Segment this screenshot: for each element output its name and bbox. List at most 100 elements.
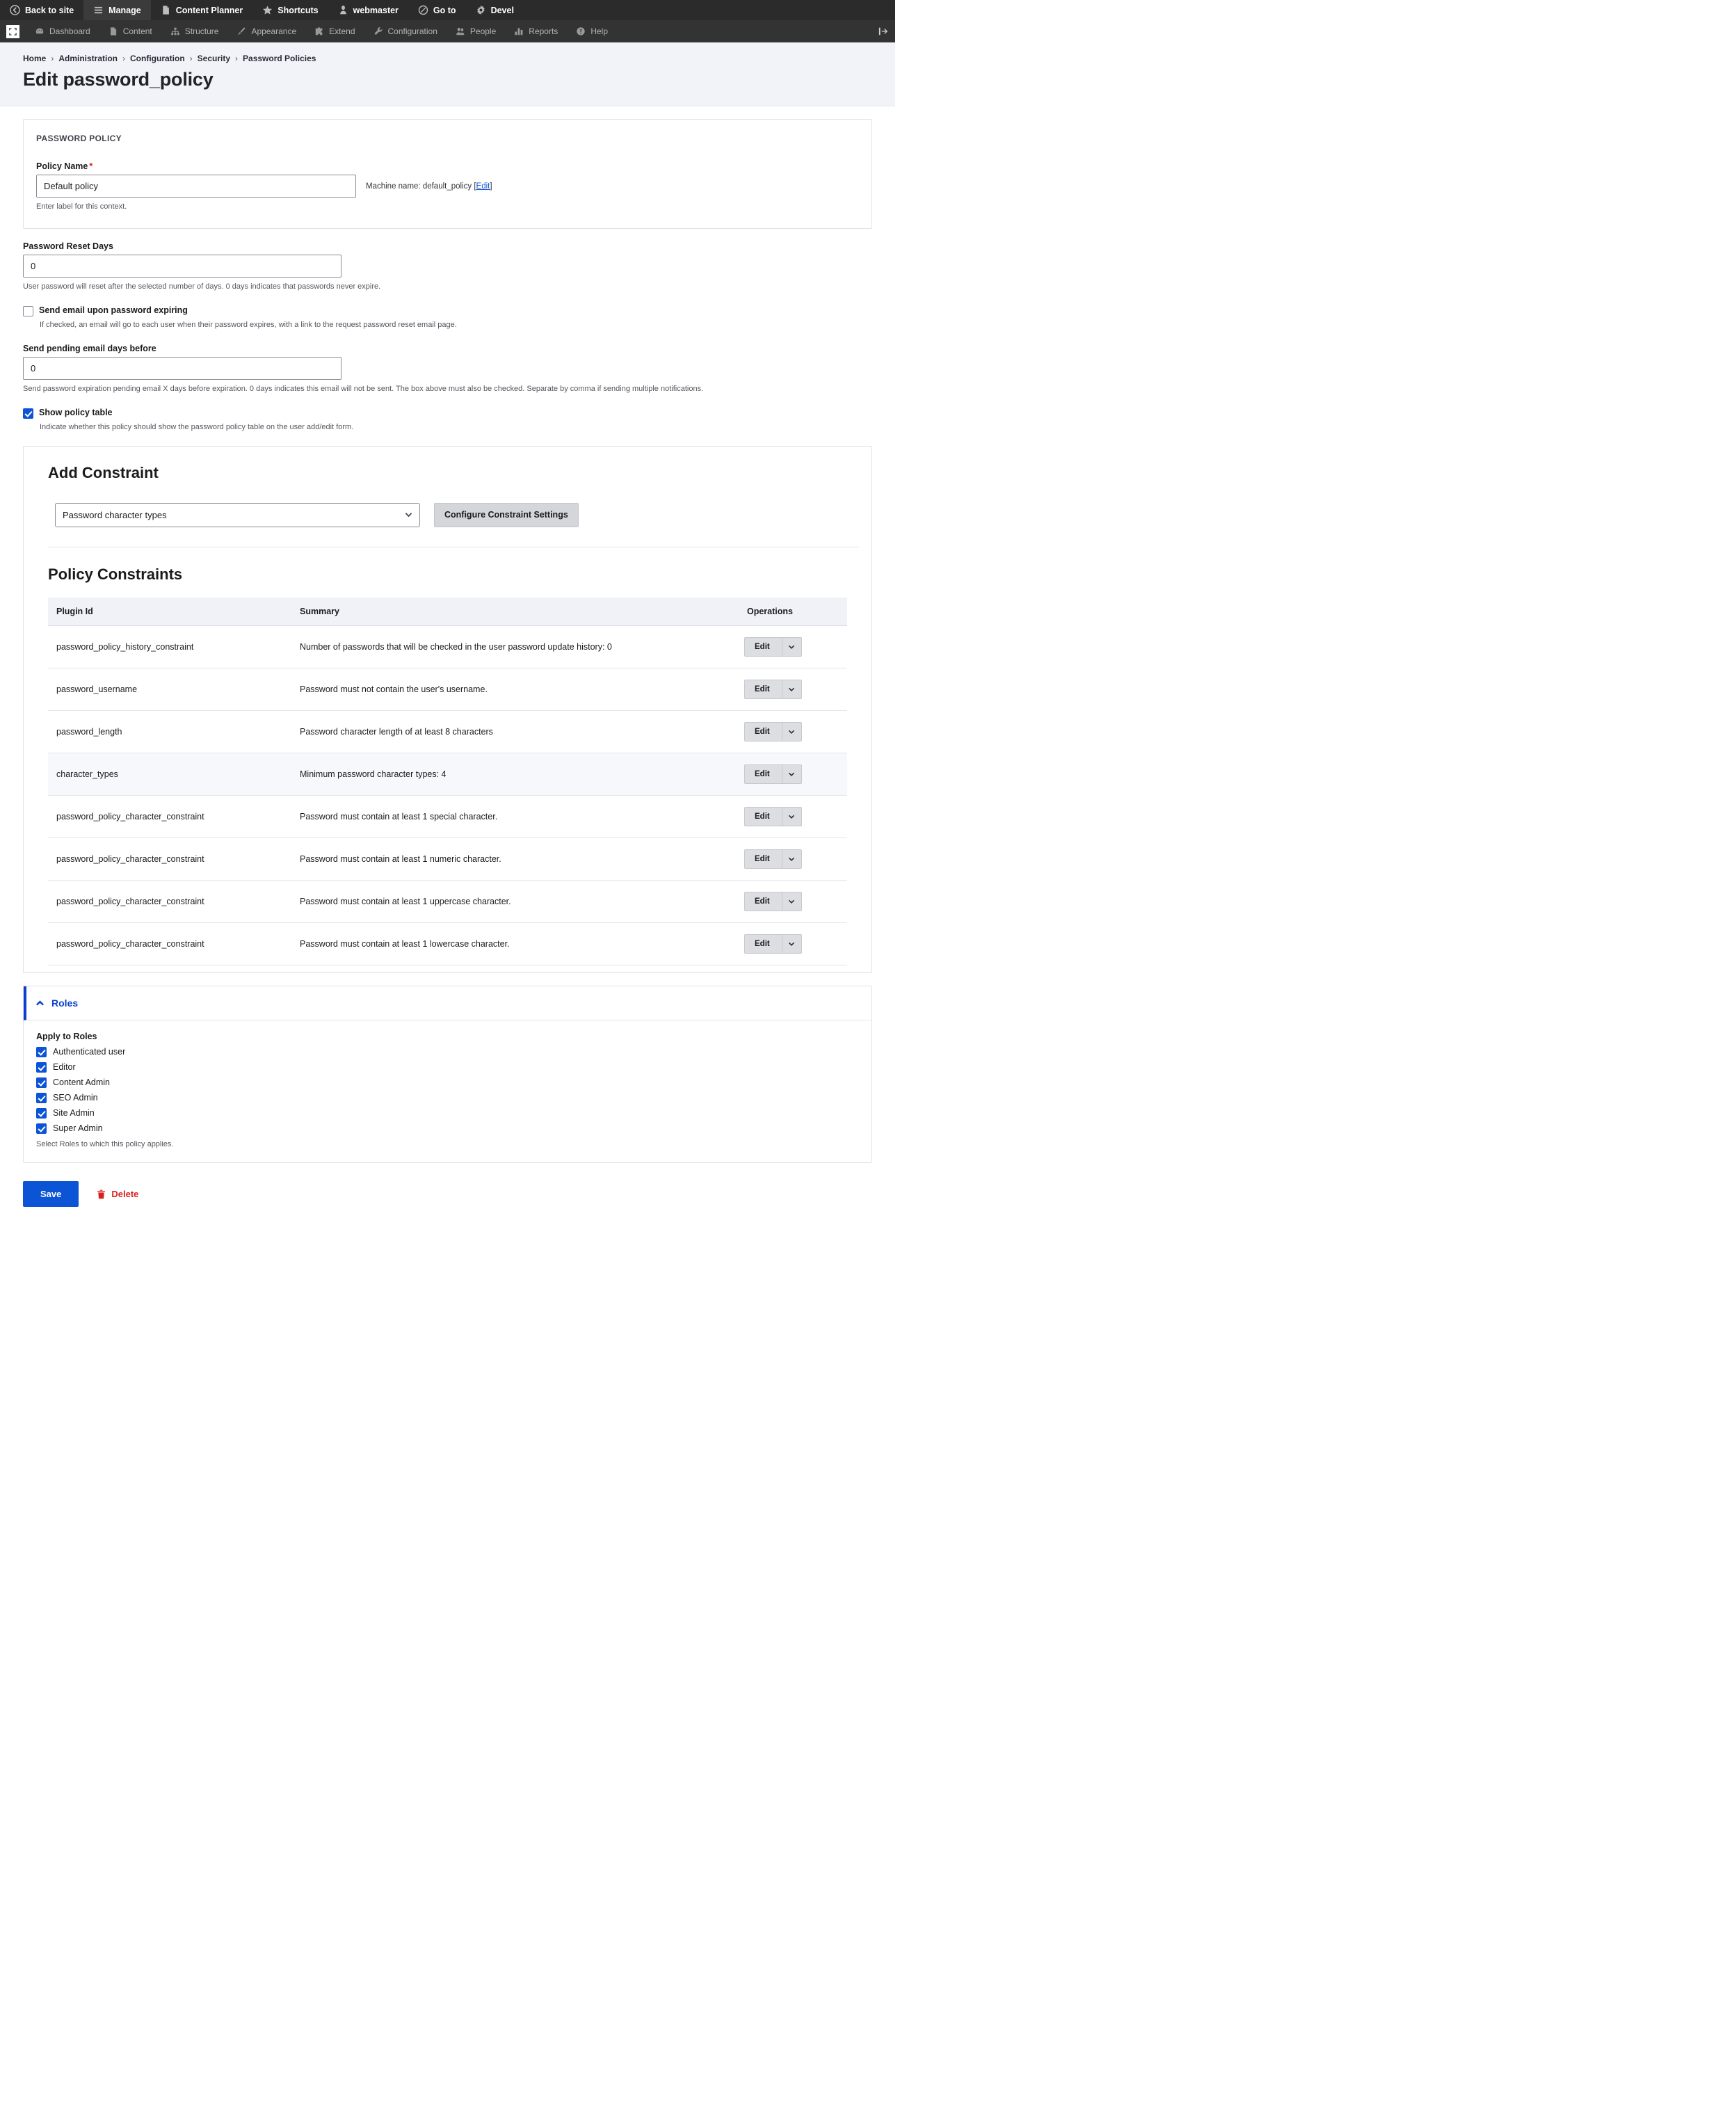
table-row: password_policy_history_constraint Number… (48, 625, 847, 668)
nav-item-appearance[interactable]: Appearance (227, 20, 305, 42)
breadcrumb-item-security[interactable]: Security (198, 54, 230, 63)
role-checkbox[interactable] (36, 1077, 47, 1089)
send-email-field: Send email upon password expiring If che… (23, 305, 872, 331)
nav-item-dashboard[interactable]: Dashboard (26, 20, 99, 42)
table-row: password_policy_character_constraint Pass… (48, 880, 847, 924)
orientation-toggle-icon[interactable] (6, 24, 19, 38)
save-button[interactable]: Save (23, 1181, 79, 1208)
dropbutton-toggle[interactable] (781, 636, 802, 657)
password-reset-days-input[interactable] (23, 254, 341, 278)
roles-description: Select Roles to which this policy applie… (36, 1140, 174, 1149)
role-checkbox[interactable] (36, 1108, 47, 1119)
breadcrumb-item-administration[interactable]: Administration (58, 54, 118, 63)
breadcrumb-item-configuration[interactable]: Configuration (130, 54, 185, 63)
toolbar-item-user-account[interactable]: webmaster (328, 0, 408, 20)
edit-button[interactable]: Edit (744, 892, 782, 912)
role-checkbox-row[interactable]: Super Admin (36, 1123, 859, 1135)
role-checkbox[interactable] (36, 1123, 47, 1135)
table-row: password_policy_character_constraint Pass… (48, 795, 847, 839)
toolbar-item-shortcuts[interactable]: Shortcuts (252, 0, 328, 20)
machine-name-edit-link[interactable]: Edit (476, 182, 490, 191)
operations-dropbutton: Edit (744, 764, 802, 785)
trash-icon (97, 1189, 106, 1199)
toolbar-item-label: Manage (108, 5, 141, 15)
toolbar-item-manage[interactable]: Manage (83, 0, 151, 20)
role-checkbox-row[interactable]: Editor (36, 1061, 859, 1073)
send-email-checkbox[interactable] (23, 305, 33, 316)
role-checkbox-row[interactable]: Content Admin (36, 1077, 859, 1089)
configure-constraint-settings-button[interactable]: Configure Constraint Settings (434, 502, 579, 527)
toolbar-item-go-to[interactable]: Go to (408, 0, 466, 20)
edit-button[interactable]: Edit (744, 807, 782, 827)
dropbutton-toggle[interactable] (781, 764, 802, 785)
nav-item-configuration[interactable]: Configuration (364, 20, 447, 42)
edit-button[interactable]: Edit (744, 764, 782, 785)
delete-button[interactable]: Delete (97, 1189, 138, 1199)
column-header-operations: Operations (736, 597, 847, 626)
nav-item-structure[interactable]: Structure (161, 20, 228, 42)
toolbar-item-back-to-site[interactable]: Back to site (0, 0, 83, 20)
nav-item-label: Configuration (387, 26, 437, 36)
cell-summary: Password must contain at least 1 special… (291, 795, 736, 839)
cell-operations: Edit (736, 922, 847, 966)
table-row: character_types Minimum password characte… (48, 753, 847, 796)
policy-name-input[interactable] (36, 175, 356, 198)
nav-item-people[interactable]: People (447, 20, 505, 42)
send-email-description: If checked, an email will go to each use… (40, 320, 457, 329)
edit-button[interactable]: Edit (744, 721, 782, 742)
cell-plugin-id: character_types (48, 753, 291, 796)
table-row: password_length Password character length… (48, 710, 847, 753)
breadcrumb-item-home[interactable]: Home (23, 54, 46, 63)
cell-operations: Edit (736, 668, 847, 711)
table-head: Plugin Id Summary Operations (48, 597, 847, 626)
show-policy-table-checkbox-row[interactable]: Show policy table (23, 408, 872, 419)
show-policy-table-field: Show policy table Indicate whether this … (23, 408, 872, 433)
role-checkbox-row[interactable]: Authenticated user (36, 1046, 859, 1058)
dropbutton-toggle[interactable] (781, 892, 802, 912)
nav-item-help[interactable]: Help (567, 20, 617, 42)
role-label: Content Admin (53, 1077, 110, 1088)
role-checkbox-row[interactable]: SEO Admin (36, 1092, 859, 1104)
role-checkbox[interactable] (36, 1062, 47, 1073)
toolbar-item-content-planner[interactable]: Content Planner (151, 0, 253, 20)
dropbutton-toggle[interactable] (781, 679, 802, 699)
edit-button[interactable]: Edit (744, 934, 782, 954)
roles-card: Roles Apply to Roles Authenticated user E… (23, 986, 872, 1164)
edit-button[interactable]: Edit (744, 679, 782, 699)
machine-name-display: Machine name: default_policy [Edit] (366, 182, 492, 191)
dropbutton-toggle[interactable] (781, 807, 802, 827)
nav-item-reports[interactable]: Reports (505, 20, 567, 42)
cell-summary: Password must contain at least 1 lowerca… (291, 922, 736, 966)
role-label: Editor (53, 1062, 76, 1073)
delete-label: Delete (111, 1189, 139, 1200)
pending-email-days-input[interactable] (23, 356, 341, 380)
show-policy-table-checkbox[interactable] (23, 408, 33, 419)
dropbutton-toggle[interactable] (781, 721, 802, 742)
dropbutton-toggle[interactable] (781, 934, 802, 954)
admin-toolbar-secondary: Dashboard Content Structure Appearance E… (0, 20, 895, 42)
vertical-orientation-icon[interactable] (878, 20, 895, 42)
password-reset-days-label: Password Reset Days (23, 241, 113, 251)
password-reset-days-field: Password Reset Days User password will r… (23, 241, 872, 293)
edit-button[interactable]: Edit (744, 849, 782, 869)
constraint-type-select[interactable]: Password character types (55, 502, 420, 527)
dropbutton-toggle[interactable] (781, 849, 802, 869)
add-constraint-row: Password character types Configure Const… (55, 502, 859, 527)
nav-item-content[interactable]: Content (99, 20, 161, 42)
roles-header[interactable]: Roles (24, 986, 871, 1021)
toolbar-item-devel[interactable]: Devel (466, 0, 524, 20)
star-icon (262, 5, 273, 15)
cell-summary: Minimum password character types: 4 (291, 753, 736, 796)
nav-item-label: Content (122, 26, 152, 36)
cell-operations: Edit (736, 710, 847, 753)
gauge-icon (35, 26, 45, 36)
nav-item-extend[interactable]: Extend (305, 20, 364, 42)
edit-button[interactable]: Edit (744, 636, 782, 657)
role-checkbox[interactable] (36, 1093, 47, 1104)
breadcrumb-separator: › (122, 54, 126, 63)
role-checkbox-row[interactable]: Site Admin (36, 1107, 859, 1119)
send-email-checkbox-row[interactable]: Send email upon password expiring (23, 305, 872, 316)
role-label: Site Admin (53, 1108, 95, 1119)
breadcrumb-item-password-policies[interactable]: Password Policies (243, 54, 316, 63)
role-checkbox[interactable] (36, 1047, 47, 1058)
